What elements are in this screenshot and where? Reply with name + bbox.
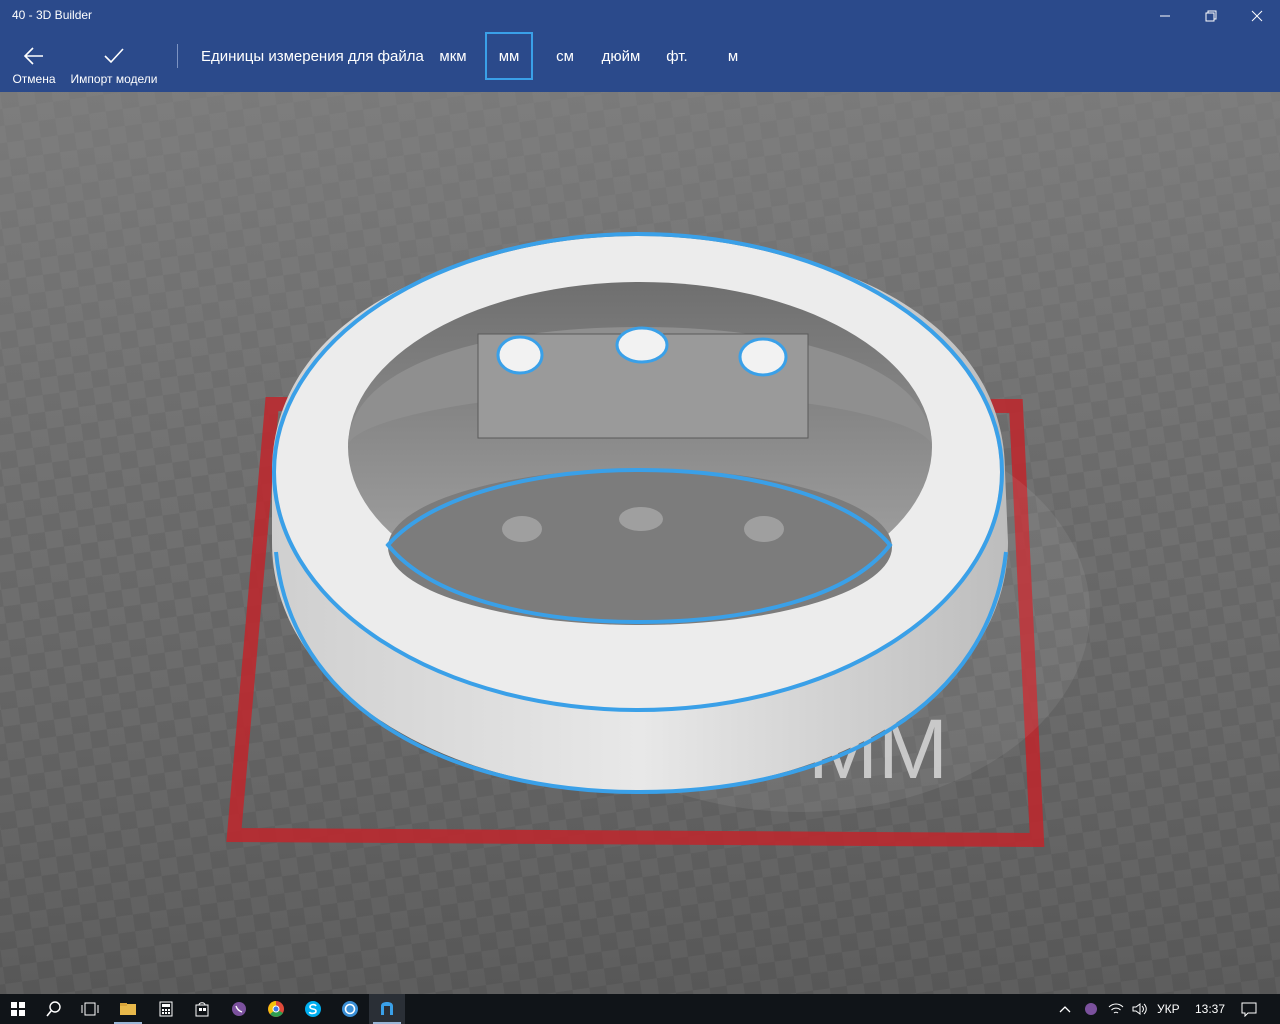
ring-inner-floor: [388, 469, 892, 625]
cancel-button[interactable]: Отмена: [6, 32, 62, 92]
calculator-icon: [159, 1001, 173, 1017]
app-icon: [342, 1001, 358, 1017]
unit-ft[interactable]: фт.: [653, 32, 701, 80]
ring-hole-1: [496, 335, 544, 375]
calculator-button[interactable]: [148, 994, 184, 1024]
store-icon: [195, 1002, 209, 1017]
viber-button[interactable]: [221, 994, 257, 1024]
skype-icon: [305, 1001, 321, 1017]
import-model-label: Импорт модели: [70, 72, 158, 86]
taskbar: УКР 13:37: [0, 994, 1280, 1024]
3d-builder-button[interactable]: [369, 994, 405, 1024]
search-icon: [46, 1001, 61, 1017]
units-label: Единицы измерения для файла: [201, 48, 424, 65]
file-explorer-icon: [120, 1003, 136, 1015]
command-bar: Отмена Импорт модели Единицы измерения д…: [0, 32, 1280, 92]
title-bar: 40 - 3D Builder: [0, 0, 1280, 32]
close-icon: [1251, 10, 1263, 22]
show-hidden-icons-button[interactable]: [1053, 994, 1077, 1024]
task-view-button[interactable]: [72, 994, 108, 1024]
chevron-up-icon: [1059, 1006, 1071, 1013]
ring-hole-2: [615, 326, 669, 364]
unit-mm[interactable]: мм: [485, 32, 533, 80]
action-center-button[interactable]: [1234, 994, 1264, 1024]
restore-icon: [1205, 10, 1217, 22]
clock[interactable]: 13:37: [1195, 1002, 1225, 1016]
wifi-icon: [1108, 1003, 1124, 1014]
viber-icon: [232, 1002, 246, 1016]
file-explorer-button[interactable]: [110, 994, 146, 1024]
unit-cm[interactable]: см: [541, 32, 589, 80]
3d-scene: MM: [0, 92, 1280, 994]
command-separator: [177, 44, 178, 68]
3d-viewport[interactable]: MM: [0, 92, 1280, 994]
volume-button[interactable]: [1128, 994, 1152, 1024]
ring-hole-reflection-2: [619, 507, 663, 531]
app-button[interactable]: [332, 994, 368, 1024]
ring-hole-reflection-1: [502, 516, 542, 542]
ring-hole-reflection-3: [744, 516, 784, 542]
tray-viber-button[interactable]: [1079, 994, 1103, 1024]
chrome-button[interactable]: [258, 994, 294, 1024]
input-language[interactable]: УКР: [1157, 1002, 1180, 1016]
notification-icon: [1241, 1002, 1257, 1017]
window-title: 40 - 3D Builder: [12, 8, 93, 22]
back-arrow-icon: [23, 47, 43, 65]
ring-hole-3: [738, 337, 788, 377]
skype-button[interactable]: [295, 994, 331, 1024]
minimize-icon: [1160, 15, 1170, 17]
restore-button[interactable]: [1188, 0, 1234, 32]
unit-m[interactable]: м: [709, 32, 757, 80]
start-icon: [11, 1002, 25, 1016]
close-button[interactable]: [1234, 0, 1280, 32]
chrome-icon: [268, 1001, 284, 1017]
unit-um[interactable]: мкм: [429, 32, 477, 80]
cancel-label: Отмена: [12, 72, 56, 86]
viber-icon: [1085, 1003, 1097, 1015]
store-button[interactable]: [184, 994, 220, 1024]
3d-builder-icon: [381, 1002, 393, 1015]
network-button[interactable]: [1104, 994, 1128, 1024]
speaker-icon: [1132, 1003, 1147, 1015]
start-button[interactable]: [0, 994, 36, 1024]
minimize-button[interactable]: [1142, 0, 1188, 32]
search-button[interactable]: [36, 994, 72, 1024]
checkmark-icon: [104, 48, 124, 64]
task-view-icon: [81, 1002, 99, 1016]
unit-inch[interactable]: дюйм: [594, 32, 648, 80]
import-model-button[interactable]: Импорт модели: [68, 32, 160, 92]
